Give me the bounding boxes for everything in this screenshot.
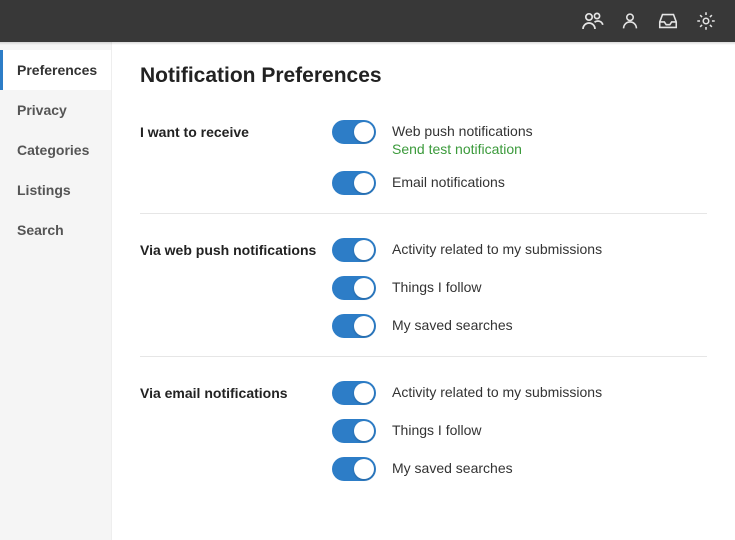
- label-webpush-searches: My saved searches: [392, 317, 513, 333]
- toggle-webpush-follow[interactable]: [332, 276, 376, 300]
- section-receive: I want to receive Web push notifications…: [140, 114, 707, 214]
- nav-listings[interactable]: Listings: [0, 170, 111, 210]
- toggle-email-searches[interactable]: [332, 457, 376, 481]
- label-receive-email: Email notifications: [392, 174, 505, 190]
- label-email-follow: Things I follow: [392, 422, 481, 438]
- section-via-email-title: Via email notifications: [140, 381, 332, 481]
- label-receive-webpush: Web push notifications: [392, 123, 533, 139]
- toggle-email-follow[interactable]: [332, 419, 376, 443]
- nav-search[interactable]: Search: [0, 210, 111, 250]
- label-webpush-follow: Things I follow: [392, 279, 481, 295]
- user-icon[interactable]: [611, 0, 649, 42]
- toggle-email-submissions[interactable]: [332, 381, 376, 405]
- main-content: Notification Preferences I want to recei…: [112, 42, 735, 540]
- label-webpush-submissions: Activity related to my submissions: [392, 241, 602, 257]
- toggle-webpush-searches[interactable]: [332, 314, 376, 338]
- label-email-submissions: Activity related to my submissions: [392, 384, 602, 400]
- label-email-searches: My saved searches: [392, 460, 513, 476]
- toggle-receive-webpush[interactable]: [332, 120, 376, 144]
- section-via-webpush: Via web push notifications Activity rela…: [140, 232, 707, 357]
- section-receive-title: I want to receive: [140, 120, 332, 195]
- settings-icon[interactable]: [687, 0, 725, 42]
- section-via-webpush-title: Via web push notifications: [140, 238, 332, 338]
- users-icon[interactable]: [573, 0, 611, 42]
- topbar: [0, 0, 735, 42]
- sidebar: Preferences Privacy Categories Listings …: [0, 42, 112, 540]
- page-title: Notification Preferences: [140, 64, 707, 88]
- inbox-icon[interactable]: [649, 0, 687, 42]
- section-via-email: Via email notifications Activity related…: [140, 375, 707, 499]
- nav-privacy[interactable]: Privacy: [0, 90, 111, 130]
- nav-categories[interactable]: Categories: [0, 130, 111, 170]
- toggle-receive-email[interactable]: [332, 171, 376, 195]
- nav-preferences[interactable]: Preferences: [0, 50, 111, 90]
- toggle-webpush-submissions[interactable]: [332, 238, 376, 262]
- link-send-test-notification[interactable]: Send test notification: [392, 141, 533, 157]
